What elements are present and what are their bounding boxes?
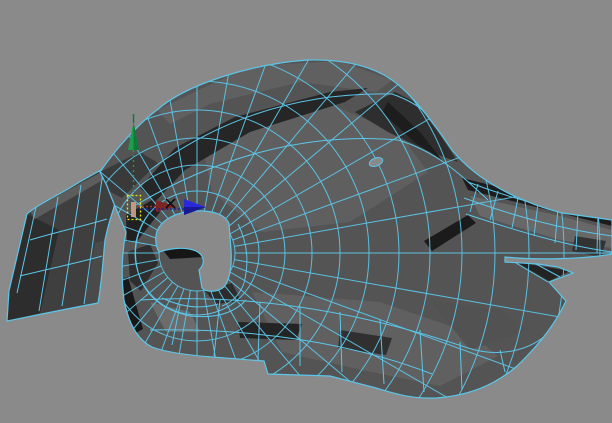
selected-vertex-handle[interactable] [131,202,136,217]
viewport-canvas[interactable] [0,0,612,423]
viewport-3d[interactable] [0,0,612,423]
